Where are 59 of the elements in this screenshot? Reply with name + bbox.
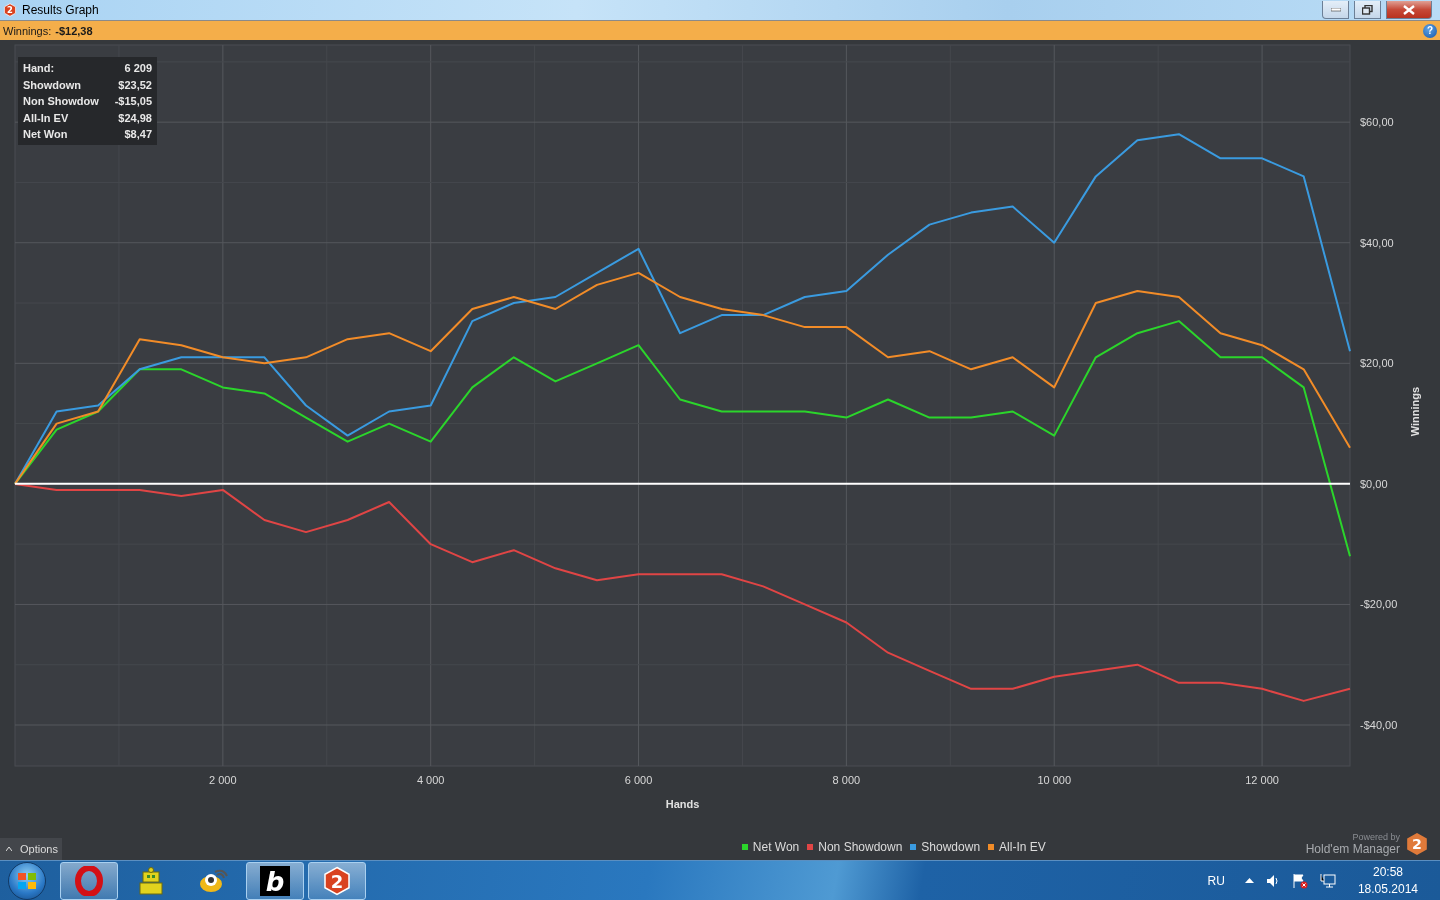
x-tick-label: 12 000 xyxy=(1245,774,1279,786)
letter-icon: b xyxy=(260,865,290,896)
tooltip-label: Net Won xyxy=(23,127,69,142)
options-button[interactable]: Options xyxy=(0,838,62,860)
flag-icon[interactable] xyxy=(1291,872,1308,889)
y-axis-title: Winnings xyxy=(1409,386,1421,437)
windows-logo-icon xyxy=(17,871,37,890)
minimize-icon xyxy=(1330,7,1341,12)
x-tick-label: 10 000 xyxy=(1037,774,1072,786)
x-tick-label: 4 000 xyxy=(416,774,445,786)
tooltip-value: $8,47 xyxy=(123,127,152,142)
tooltip-label: All-In EV xyxy=(23,110,70,126)
x-axis-title: Hands xyxy=(665,798,700,810)
y-tick-label: $60,00 xyxy=(1360,116,1394,129)
taskbar-app-button[interactable] xyxy=(60,861,118,900)
winnings-label: Winnings: xyxy=(3,24,52,37)
app-icon: 2 xyxy=(3,3,17,17)
winnings-value: -$12,38 xyxy=(55,24,93,37)
hexagon-logo-icon: 2 xyxy=(322,865,352,896)
product-name: Hold'em Manager xyxy=(1305,842,1400,856)
tooltip-value: $24,98 xyxy=(117,110,152,126)
legend-label: All-In EV xyxy=(999,840,1046,854)
y-tick-label: $20,00 xyxy=(1360,357,1394,370)
close-button[interactable] xyxy=(1386,1,1432,19)
x-tick-label: 6 000 xyxy=(624,774,653,786)
legend-label: Net Won xyxy=(752,840,800,854)
x-tick-label: 2 000 xyxy=(209,774,237,786)
taskbar-app-button[interactable]: b xyxy=(246,861,304,900)
tooltip-label: Showdown xyxy=(23,77,83,93)
y-tick-label: -$20,00 xyxy=(1360,598,1398,611)
robot-icon xyxy=(138,865,164,896)
restore-icon xyxy=(1362,4,1373,15)
tooltip-label: Hand: xyxy=(23,61,56,76)
minimize-button[interactable] xyxy=(1322,1,1349,19)
language-indicator[interactable]: RU xyxy=(1207,873,1225,888)
up-arrow-icon[interactable] xyxy=(1244,878,1254,883)
caret-icon xyxy=(6,847,12,851)
powered-by-text: Powered by xyxy=(1352,832,1400,842)
tooltip-value: 6 209 xyxy=(123,61,152,76)
tooltip-value: -$15,05 xyxy=(114,94,152,109)
tooltip-value: $23,52 xyxy=(117,77,152,93)
network-icon[interactable] xyxy=(1319,872,1336,889)
clock-time[interactable]: 20:58 xyxy=(1372,863,1403,881)
start-button[interactable] xyxy=(8,861,46,900)
taskbar-app-button[interactable]: 2 xyxy=(308,861,366,900)
x-tick-label: 8 000 xyxy=(832,774,861,786)
opera-icon xyxy=(74,865,104,896)
y-tick-label: $0,00 xyxy=(1360,477,1388,490)
hexagon-logo-icon: 2 xyxy=(1406,832,1428,856)
clock-date[interactable]: 18.05.2014 xyxy=(1357,880,1418,898)
y-tick-label: $40,00 xyxy=(1360,236,1394,249)
window-title: Results Graph xyxy=(22,3,99,17)
y-tick-label: -$40,00 xyxy=(1360,719,1398,731)
legend-label: Non Showdown xyxy=(818,840,903,854)
close-icon xyxy=(1403,4,1415,15)
speaker-icon[interactable] xyxy=(1265,873,1280,888)
legend-label: Showdown xyxy=(921,840,981,854)
tooltip-label: Non Showdow xyxy=(23,94,100,109)
restore-button[interactable] xyxy=(1354,1,1381,19)
